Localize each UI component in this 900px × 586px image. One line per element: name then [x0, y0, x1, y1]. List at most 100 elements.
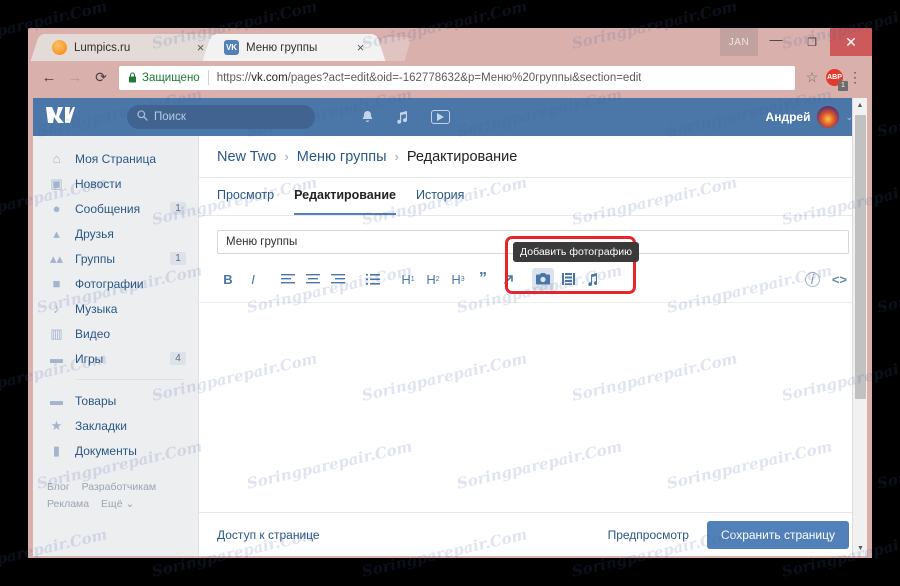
scrollbar-thumb[interactable] — [855, 115, 866, 399]
sidebar-item-9[interactable]: ▬ Игры 4 — [33, 346, 198, 371]
close-window-button[interactable]: ✕ — [830, 28, 872, 56]
vk-favicon-icon: VK — [224, 40, 239, 55]
save-page-button[interactable]: Сохранить страницу — [706, 520, 849, 549]
align-left-button[interactable] — [277, 268, 299, 290]
reload-icon[interactable]: ⟳ — [88, 65, 114, 91]
info-icon[interactable]: i — [804, 271, 820, 287]
sidebar-item-8[interactable]: ▥ Видео — [33, 321, 198, 346]
sidebar-item-label: Документы — [75, 443, 137, 458]
editor-area: Меню группы B I H 1 H 2 H 3 ” i <> Добав… — [199, 216, 867, 512]
breadcrumb-current: Редактирование — [406, 148, 518, 165]
scroll-up-arrow-icon[interactable]: ▲ — [853, 98, 867, 113]
adblock-badge: 1 — [838, 81, 848, 91]
source-code-button[interactable]: <> — [832, 272, 847, 287]
vk-top-header: Поиск Андрей ⌄ — [33, 98, 867, 136]
sidebar-item-label: Музыка — [75, 301, 118, 316]
adblock-icon[interactable]: ABP 1 — [826, 69, 848, 91]
browser-window: Lumpics.ru × VK Меню группы × JAN — ❐ ✕ … — [28, 28, 872, 558]
footer-link-developers[interactable]: Разработчикам — [82, 481, 157, 493]
friend-icon: ▴ — [53, 225, 60, 241]
browser-tab-lumpics[interactable]: Lumpics.ru × — [42, 34, 214, 61]
page-tabs: Просмотр Редактирование История — [199, 178, 867, 216]
sidebar-item-badge: 1 — [170, 202, 186, 215]
secure-label: Защищено — [142, 71, 200, 84]
address-bar[interactable]: Защищено https://vk.com/pages?act=edit&o… — [119, 65, 795, 90]
add-photo-button[interactable] — [532, 268, 554, 290]
sidebar-item-label: Группы — [75, 251, 115, 266]
music-note-icon[interactable] — [396, 110, 409, 124]
italic-button[interactable]: I — [242, 268, 264, 290]
sidebar-item-1[interactable]: ⌂ Моя Страница — [33, 146, 198, 171]
align-center-button[interactable] — [302, 268, 324, 290]
bold-button[interactable]: B — [217, 268, 239, 290]
sidebar: ⌂ Моя Страница ▣ Новости ● Сообщения 1 ▴ Друзья ▴… — [33, 136, 198, 556]
breadcrumb-page[interactable]: Меню группы — [297, 149, 387, 165]
breadcrumb-root[interactable]: New Two — [217, 149, 276, 165]
sidebar-item-7[interactable]: ♪ Музыка — [33, 296, 198, 321]
sidebar-item-3[interactable]: ▮ Документы — [33, 438, 198, 463]
add-music-button[interactable] — [582, 268, 604, 290]
bookmark-star-icon[interactable]: ☆ — [801, 69, 823, 86]
document-icon: ▮ — [52, 442, 61, 458]
sidebar-item-1[interactable]: ▬ Товары — [33, 388, 198, 413]
watermark-text: Soringparepair.Com — [875, 437, 900, 493]
minimize-button[interactable]: — — [758, 28, 794, 56]
sidebar-item-label: Фотографии — [75, 276, 144, 291]
sidebar-item-badge: 1 — [170, 252, 186, 265]
sidebar-item-2[interactable]: ★ Закладки — [33, 413, 198, 438]
preview-link[interactable]: Предпросмотр — [608, 528, 689, 542]
sidebar-item-4[interactable]: ▴ Друзья — [33, 221, 198, 246]
heading-2-button[interactable]: H2 — [422, 268, 444, 290]
news-icon: ▣ — [50, 175, 63, 191]
footer-link-ads[interactable]: Реклама — [47, 498, 89, 510]
vk-user-menu[interactable]: Андрей ⌄ — [766, 106, 853, 128]
back-arrow-icon[interactable]: ← — [36, 65, 62, 91]
scroll-down-arrow-icon[interactable]: ▼ — [853, 541, 867, 556]
bullet-list-button[interactable] — [362, 268, 384, 290]
page-scrollbar[interactable]: ▲ ▼ — [852, 98, 867, 556]
tab-2[interactable]: Редактирование — [294, 178, 396, 215]
sidebar-item-2[interactable]: ▣ Новости — [33, 171, 198, 196]
quote-button[interactable]: ” — [472, 268, 494, 290]
footer-link-blog[interactable]: Блог — [47, 481, 70, 493]
bell-icon[interactable] — [361, 110, 374, 124]
heading-1-button[interactable]: H1 — [397, 268, 419, 290]
sidebar-item-6[interactable]: ■ Фотографии — [33, 271, 198, 296]
sidebar-item-5[interactable]: ▴▴ Группы 1 — [33, 246, 198, 271]
align-right-button[interactable] — [327, 268, 349, 290]
tab-label: История — [415, 187, 465, 202]
sidebar-item-label: Видео — [75, 326, 111, 341]
search-icon — [137, 110, 148, 124]
editor-toolbar: B I H 1 H 2 H 3 ” i <> Добавить фотограф… — [217, 236, 849, 296]
tab-label: Просмотр — [217, 187, 275, 202]
tab-close-icon[interactable]: × — [353, 40, 368, 55]
vk-logo-icon[interactable] — [45, 106, 91, 129]
video-icon: ▥ — [50, 325, 63, 341]
window-user-label[interactable]: JAN — [720, 28, 758, 56]
sidebar-footer: Блог Разработчикам Реклама Ещё ⌄ — [33, 479, 198, 513]
vk-search-input[interactable]: Поиск — [127, 105, 315, 129]
tab-1[interactable]: Просмотр — [217, 178, 274, 215]
browser-menu-icon[interactable]: ⋮ — [846, 70, 864, 84]
editor-bottom-bar: Доступ к странице Предпросмотр Сохранить… — [199, 512, 867, 556]
music-icon: ♪ — [53, 301, 60, 316]
heading-3-button[interactable]: H3 — [447, 268, 469, 290]
watermark-text: Soringparepair.Com — [875, 85, 900, 141]
anchor-link-button[interactable] — [497, 268, 519, 290]
maximize-button[interactable]: ❐ — [794, 28, 830, 56]
video-play-icon[interactable] — [431, 110, 450, 124]
forward-arrow-icon[interactable]: → — [62, 65, 88, 91]
toolbar-right-group: i <> — [804, 271, 849, 287]
footer-link-more[interactable]: Ещё ⌄ — [101, 498, 134, 510]
breadcrumb: New Two › Меню группы › Редактирование — [199, 136, 867, 178]
tab-label: Редактирование — [294, 187, 396, 202]
sidebar-secondary-list: ▬ Товары ★ Закладки ▮ Документы — [33, 388, 198, 463]
browser-tab-vk-menu[interactable]: VK Меню группы × — [214, 34, 374, 61]
sidebar-item-label: Закладки — [75, 418, 127, 433]
vk-username: Андрей — [765, 110, 811, 124]
sidebar-item-3[interactable]: ● Сообщения 1 — [33, 196, 198, 221]
page-access-link[interactable]: Доступ к странице — [217, 528, 320, 542]
add-video-button[interactable] — [557, 268, 579, 290]
editor-canvas[interactable] — [199, 302, 867, 512]
tab-3[interactable]: История — [416, 178, 464, 215]
